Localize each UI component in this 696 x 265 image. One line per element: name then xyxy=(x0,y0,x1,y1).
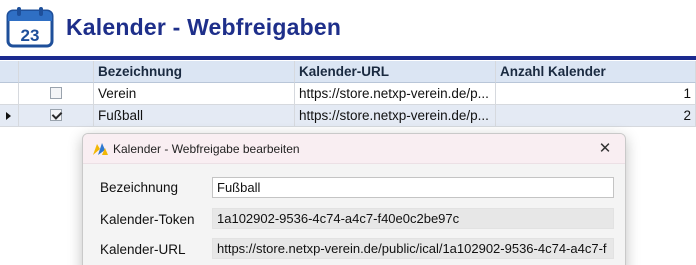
column-header-anzahl-kalender[interactable]: Anzahl Kalender xyxy=(496,61,696,83)
row-name-cell[interactable]: Verein xyxy=(94,83,295,105)
header-indicator-cell xyxy=(0,61,19,83)
row-count-cell[interactable]: 2 xyxy=(496,105,696,127)
row-url-cell[interactable]: https://store.netxp-verein.de/p... xyxy=(295,83,496,105)
grid-header-row: Bezeichnung Kalender-URL Anzahl Kalender xyxy=(0,61,696,83)
table-row[interactable]: Verein https://store.netxp-verein.de/p..… xyxy=(0,83,696,105)
row-pointer-icon xyxy=(6,112,11,120)
row-checkbox[interactable] xyxy=(50,109,62,122)
table-row[interactable]: Fußball https://store.netxp-verein.de/p.… xyxy=(0,105,696,127)
column-header-kalender-url[interactable]: Kalender-URL xyxy=(295,61,496,83)
header-checkbox-cell[interactable] xyxy=(19,61,94,83)
column-header-bezeichnung[interactable]: Bezeichnung xyxy=(94,61,295,83)
calendar-icon-day: 23 xyxy=(21,26,40,45)
kalender-url-label: Kalender-URL xyxy=(100,242,186,257)
row-indicator-cell[interactable] xyxy=(0,105,19,127)
close-icon[interactable]: ✕ xyxy=(585,134,625,164)
edit-webshare-dialog[interactable]: Kalender - Webfreigabe bearbeiten ✕ Beze… xyxy=(82,133,626,265)
dialog-title: Kalender - Webfreigabe bearbeiten xyxy=(113,142,300,156)
bezeichnung-label: Bezeichnung xyxy=(100,180,179,195)
app-logo-icon xyxy=(93,143,108,155)
dialog-titlebar[interactable]: Kalender - Webfreigabe bearbeiten ✕ xyxy=(83,134,625,164)
bezeichnung-field[interactable]: Fußball xyxy=(212,177,614,198)
row-checkbox-cell[interactable] xyxy=(19,105,94,127)
row-indicator-cell[interactable] xyxy=(0,83,19,105)
kalender-token-label: Kalender-Token xyxy=(100,212,195,227)
row-url-cell[interactable]: https://store.netxp-verein.de/p... xyxy=(295,105,496,127)
row-checkbox[interactable] xyxy=(50,87,62,100)
row-count-cell[interactable]: 1 xyxy=(496,83,696,105)
row-checkbox-cell[interactable] xyxy=(19,83,94,105)
calendar-icon: 23 xyxy=(6,7,54,48)
page-header: 23 Kalender - Webfreigaben xyxy=(0,0,696,60)
kalender-url-field[interactable]: https://store.netxp-verein.de/public/ica… xyxy=(212,238,614,259)
page-title: Kalender - Webfreigaben xyxy=(66,14,342,40)
kalender-token-field[interactable]: 1a102902-9536-4c74-a4c7-f40e0c2be97c xyxy=(212,208,614,229)
row-name-cell[interactable]: Fußball xyxy=(94,105,295,127)
header-divider xyxy=(0,56,696,60)
